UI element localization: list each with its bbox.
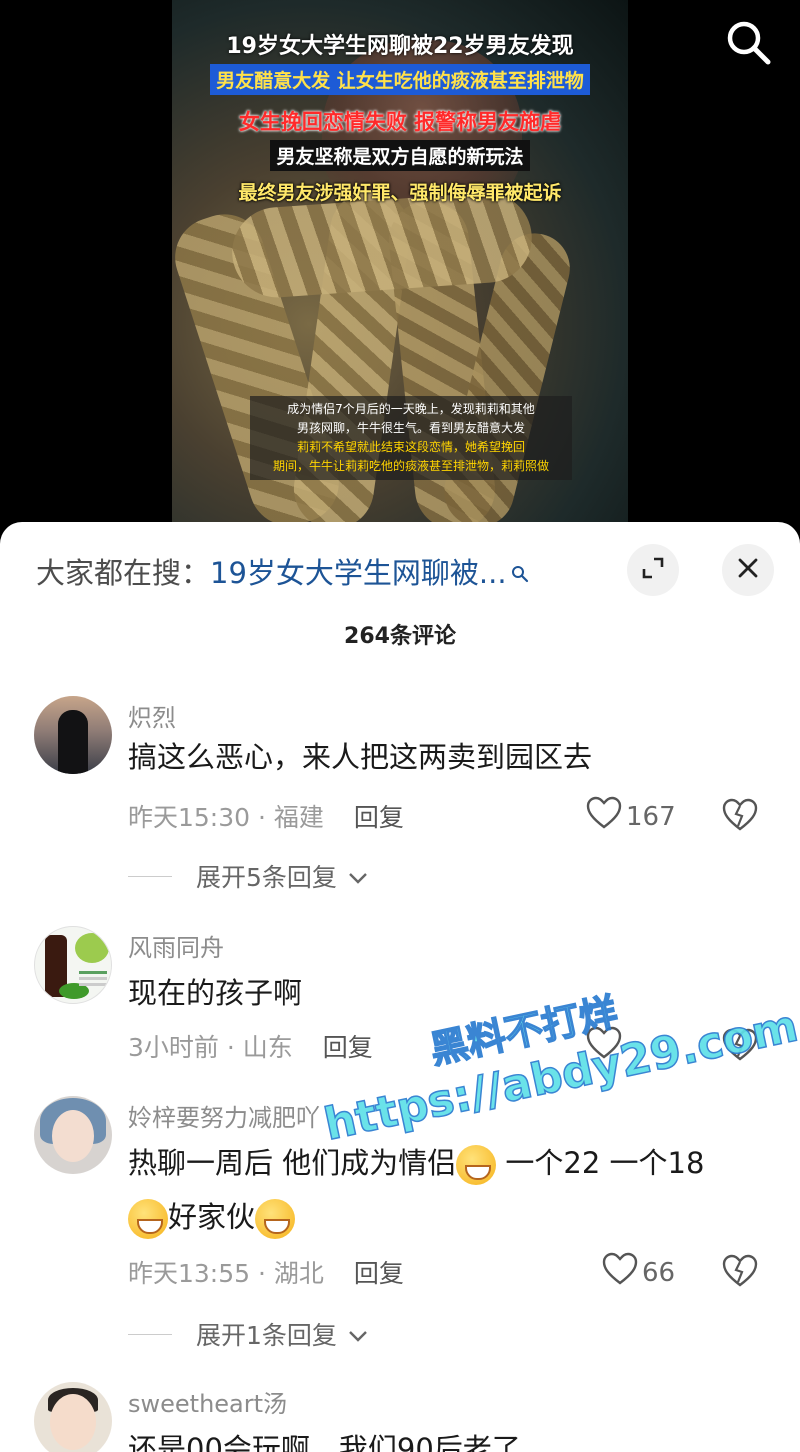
meta-separator: · [250,803,274,832]
comment-text: 现在的孩子啊 [128,976,303,1010]
comment-text: 搞这么恶心，来人把这两卖到园区去 [128,740,593,774]
broken-heart-icon [722,1254,758,1292]
comment-meta: 昨天13:55 · 湖北 回复 [128,1254,404,1290]
video-subtitle: 成为情侣7个月后的一天晚上，发现莉莉和其他 男孩网聊，牛牛很生气。看到男友醋意大… [250,396,572,480]
comment-time: 昨天15:30 [128,803,251,832]
close-icon [737,557,759,583]
chevron-down-icon [347,1320,369,1349]
comment-count: 264条评论 [344,624,456,649]
comment-text: 还是00会玩啊，我们90后老了 [128,1432,521,1452]
trending-search-prefix: 大家都在搜： [36,556,211,590]
comment-time: 3小时前 [128,1033,219,1062]
video-headline-5: 最终男友涉强奸罪、强制侮辱罪被起诉 [238,182,562,204]
comment-text-part: 一个22 一个18 [496,1146,705,1180]
crying-laugh-emoji-icon [255,1199,296,1239]
comment-meta: 3小时前 · 山东 回复 [128,1028,373,1064]
expand-button[interactable] [627,544,679,596]
video-headline-4: 男友坚称是双方自愿的新玩法 [0,140,800,171]
comment-time: 昨天13:55 [128,1259,251,1288]
trending-search-term[interactable]: 19岁女大学生网聊被... [210,556,507,590]
chevron-down-icon [347,862,369,891]
reply-button[interactable]: 回复 [354,1259,404,1288]
avatar[interactable] [34,696,112,774]
comment-region: 山东 [242,1033,293,1062]
search-icon[interactable] [722,16,774,68]
comment-username[interactable]: 姈梓要努力减肥吖 [128,1098,320,1133]
comment-username[interactable]: 炽烈 [128,698,176,733]
video-player[interactable]: 19岁女大学生网聊被22岁男友发现 男友醋意大发 让女生吃他的痰液甚至排泄物 女… [0,0,800,540]
like-button[interactable]: 66 [602,1252,675,1293]
search-icon [511,556,529,590]
expand-replies-label: 展开5条回复 [196,863,337,892]
meta-separator: · [218,1033,243,1062]
video-headline-2: 男友醋意大发 让女生吃他的痰液甚至排泄物 [0,64,800,95]
expand-icon [640,555,666,585]
subtitle-line: 男孩网聊，牛牛很生气。看到男友醋意大发 [296,421,525,435]
reply-button[interactable]: 回复 [323,1033,373,1062]
video-headline-3: 女生挽回恋情失败 报警称男友施虐 [238,110,562,134]
expand-replies[interactable]: 展开1条回复 [128,1316,369,1352]
subtitle-line: 成为情侣7个月后的一天晚上，发现莉莉和其他 [287,402,535,416]
subtitle-line: 期间，牛牛让莉莉吃他的痰液甚至排泄物，莉莉照做 [272,459,549,473]
reply-button[interactable]: 回复 [354,803,404,832]
comment-username[interactable]: 风雨同舟 [128,928,224,963]
comment-text-part: 好家伙 [168,1200,256,1234]
broken-heart-icon [722,798,758,836]
trending-search[interactable]: 大家都在搜：19岁女大学生网聊被... [36,550,529,592]
subtitle-line: 莉莉不希望就此结束这段恋情，她希望挽回 [296,440,525,454]
like-count: 167 [626,801,676,832]
expand-replies-label: 展开1条回复 [196,1321,337,1350]
comment-region: 福建 [273,803,324,832]
heart-icon [602,1252,638,1293]
avatar[interactable] [34,1382,112,1452]
crying-laugh-emoji-icon [128,1199,168,1239]
dislike-button[interactable] [722,798,758,836]
avatar[interactable] [34,1096,112,1174]
grin-sweat-emoji-icon [456,1145,497,1185]
like-button[interactable]: 167 [586,796,676,837]
comment-text: 热聊一周后 他们成为情侣 一个22 一个18 [128,1136,704,1190]
comment-region: 湖北 [273,1259,324,1288]
comment-text-line-2: 好家伙 [128,1190,296,1244]
like-count: 66 [642,1257,676,1288]
meta-separator: · [250,1259,274,1288]
video-headline-1: 19岁女大学生网聊被22岁男友发现 [226,34,574,59]
comment-sheet: 大家都在搜：19岁女大学生网聊被... 264条评论 炽烈 搞这么恶心，来人把这… [0,522,800,1452]
comment-username[interactable]: sweetheart汤 [128,1384,287,1419]
expand-replies[interactable]: 展开5条回复 [128,858,369,894]
heart-icon [586,796,622,837]
dislike-button[interactable] [722,1254,758,1292]
comment-text-part: 热聊一周后 他们成为情侣 [128,1146,457,1180]
comment-meta: 昨天15:30 · 福建 回复 [128,798,404,834]
avatar[interactable] [34,926,112,1004]
close-button[interactable] [722,544,774,596]
